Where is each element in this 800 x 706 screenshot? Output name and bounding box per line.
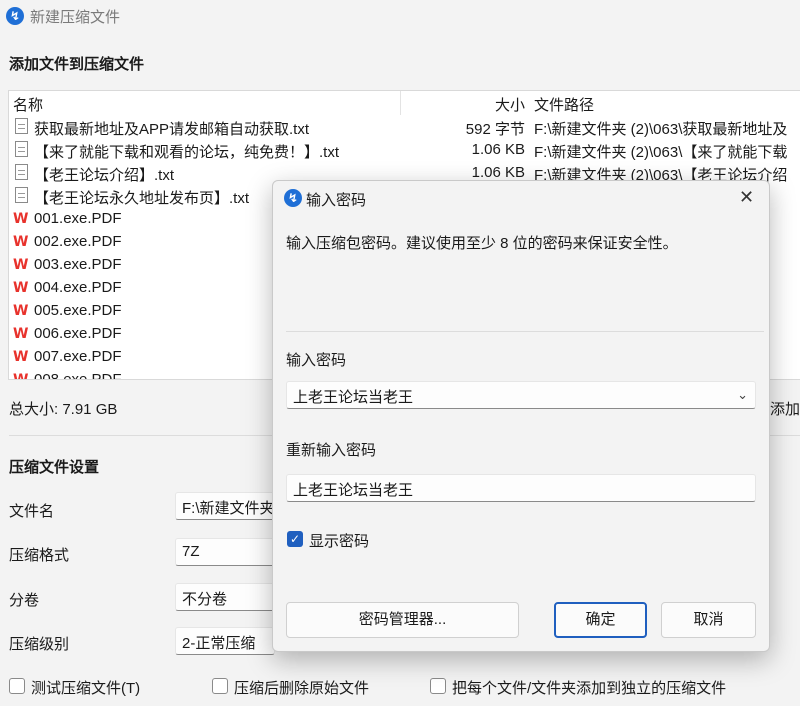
separate-archives-label[interactable]: 把每个文件/文件夹添加到独立的压缩文件 [452, 677, 726, 698]
txt-file-icon [13, 118, 33, 136]
file-name: 002.exe.PDF [34, 233, 122, 250]
file-size: 1.06 KB [471, 141, 525, 158]
file-name: 获取最新地址及APP请发邮箱自动获取.txt [34, 121, 310, 138]
split-value: 不分卷 [182, 591, 228, 608]
dialog-title: 输入密码 [306, 192, 367, 209]
password-hint: 输入压缩包密码。建议使用至少 8 位的密码来保证安全性。 [286, 235, 678, 252]
file-name: 【老王论坛永久地址发布页】.txt [34, 190, 250, 207]
password-value: 上老王论坛当老王 [293, 389, 414, 406]
file-name: 006.exe.PDF [34, 325, 122, 342]
close-icon[interactable]: ✕ [739, 187, 754, 208]
column-header-name[interactable]: 名称 [13, 94, 43, 115]
level-label: 压缩级别 [9, 636, 70, 653]
table-row[interactable]: 获取最新地址及APP请发邮箱自动获取.txt 592 字节 F:\新建文件夹 (2)… [9, 115, 800, 138]
password-dialog: ↯ 输入密码 ✕ 输入压缩包密码。建议使用至少 8 位的密码来保证安全性。 输入… [272, 180, 770, 652]
window-title: 新建压缩文件 [30, 9, 121, 26]
wps-pdf-icon: W [13, 372, 28, 380]
split-select[interactable]: 不分卷 [175, 583, 275, 611]
ok-button[interactable]: 确定 [554, 602, 647, 638]
wps-pdf-icon: W [13, 234, 28, 250]
level-select[interactable]: 2-正常压缩 [175, 627, 275, 655]
column-header-size[interactable]: 大小 [409, 94, 525, 115]
dialog-app-icon: ↯ [284, 189, 302, 207]
window-titlebar: ↯ 新建压缩文件 [0, 0, 800, 32]
file-name: 【老王论坛介绍】.txt [34, 167, 175, 184]
password-manager-button[interactable]: 密码管理器... [286, 602, 519, 638]
level-value: 2-正常压缩 [182, 635, 256, 652]
show-password-checkbox[interactable]: ✓ [287, 531, 303, 547]
txt-file-icon [13, 141, 33, 159]
dialog-divider [286, 331, 764, 332]
column-header-path[interactable]: 文件路径 [534, 94, 594, 115]
txt-file-icon [13, 187, 33, 205]
filename-value: F:\新建文件夹 [182, 500, 275, 517]
wps-pdf-icon: W [13, 326, 28, 342]
chevron-down-icon[interactable]: ⌄ [737, 387, 748, 403]
confirm-password-label: 重新输入密码 [286, 442, 377, 459]
file-size: 1.06 KB [471, 164, 525, 181]
wps-pdf-icon: W [13, 349, 28, 365]
format-label: 压缩格式 [9, 547, 70, 564]
wps-pdf-icon: W [13, 280, 28, 296]
separate-archives-checkbox[interactable] [430, 678, 446, 694]
dialog-titlebar[interactable]: ↯ 输入密码 ✕ [273, 181, 769, 215]
column-separator[interactable] [400, 91, 401, 115]
file-name: 003.exe.PDF [34, 256, 122, 273]
file-name: 007.exe.PDF [34, 348, 122, 365]
delete-after-label[interactable]: 压缩后删除原始文件 [234, 677, 369, 698]
delete-after-checkbox[interactable] [212, 678, 228, 694]
show-password-label[interactable]: 显示密码 [309, 530, 369, 551]
file-size: 592 字节 [465, 121, 525, 138]
settings-section-title: 压缩文件设置 [9, 459, 100, 476]
password-label: 输入密码 [286, 352, 347, 369]
split-label: 分卷 [9, 592, 40, 609]
app-logo-icon: ↯ [6, 7, 24, 25]
file-name: 001.exe.PDF [34, 210, 122, 227]
file-name: 【来了就能下载和观看的论坛，纯免费！】.txt [34, 144, 340, 161]
format-value: 7Z [182, 543, 200, 560]
table-row[interactable]: 【来了就能下载和观看的论坛，纯免费！】.txt 1.06 KB F:\新建文件夹 (… [9, 138, 800, 161]
file-name: 005.exe.PDF [34, 302, 122, 319]
file-name: 004.exe.PDF [34, 279, 122, 296]
file-path: F:\新建文件夹 (2)\063\【来了就能下载 [534, 144, 788, 161]
confirm-password-input[interactable]: 上老王论坛当老王 [286, 474, 756, 502]
add-section-title: 添加文件到压缩文件 [9, 56, 145, 73]
wps-pdf-icon: W [13, 211, 28, 227]
test-archive-checkbox[interactable] [9, 678, 25, 694]
test-archive-label[interactable]: 测试压缩文件(T) [31, 677, 140, 698]
format-select[interactable]: 7Z [175, 538, 275, 566]
confirm-password-value: 上老王论坛当老王 [293, 482, 414, 499]
password-input[interactable]: 上老王论坛当老王 ⌄ [286, 381, 756, 409]
file-list-header: 名称 大小 文件路径 [9, 91, 800, 115]
wps-pdf-icon: W [13, 303, 28, 319]
cancel-button[interactable]: 取消 [661, 602, 756, 638]
add-files-button[interactable]: 添加 [770, 398, 800, 419]
filename-label: 文件名 [9, 503, 55, 520]
txt-file-icon [13, 164, 33, 182]
total-size-label: 总大小: 7.91 GB [9, 401, 118, 418]
filename-field[interactable]: F:\新建文件夹 [175, 492, 275, 520]
file-name: 008.exe.PDF [34, 371, 122, 380]
file-path: F:\新建文件夹 (2)\063\获取最新地址及 [534, 121, 788, 138]
wps-pdf-icon: W [13, 257, 28, 273]
